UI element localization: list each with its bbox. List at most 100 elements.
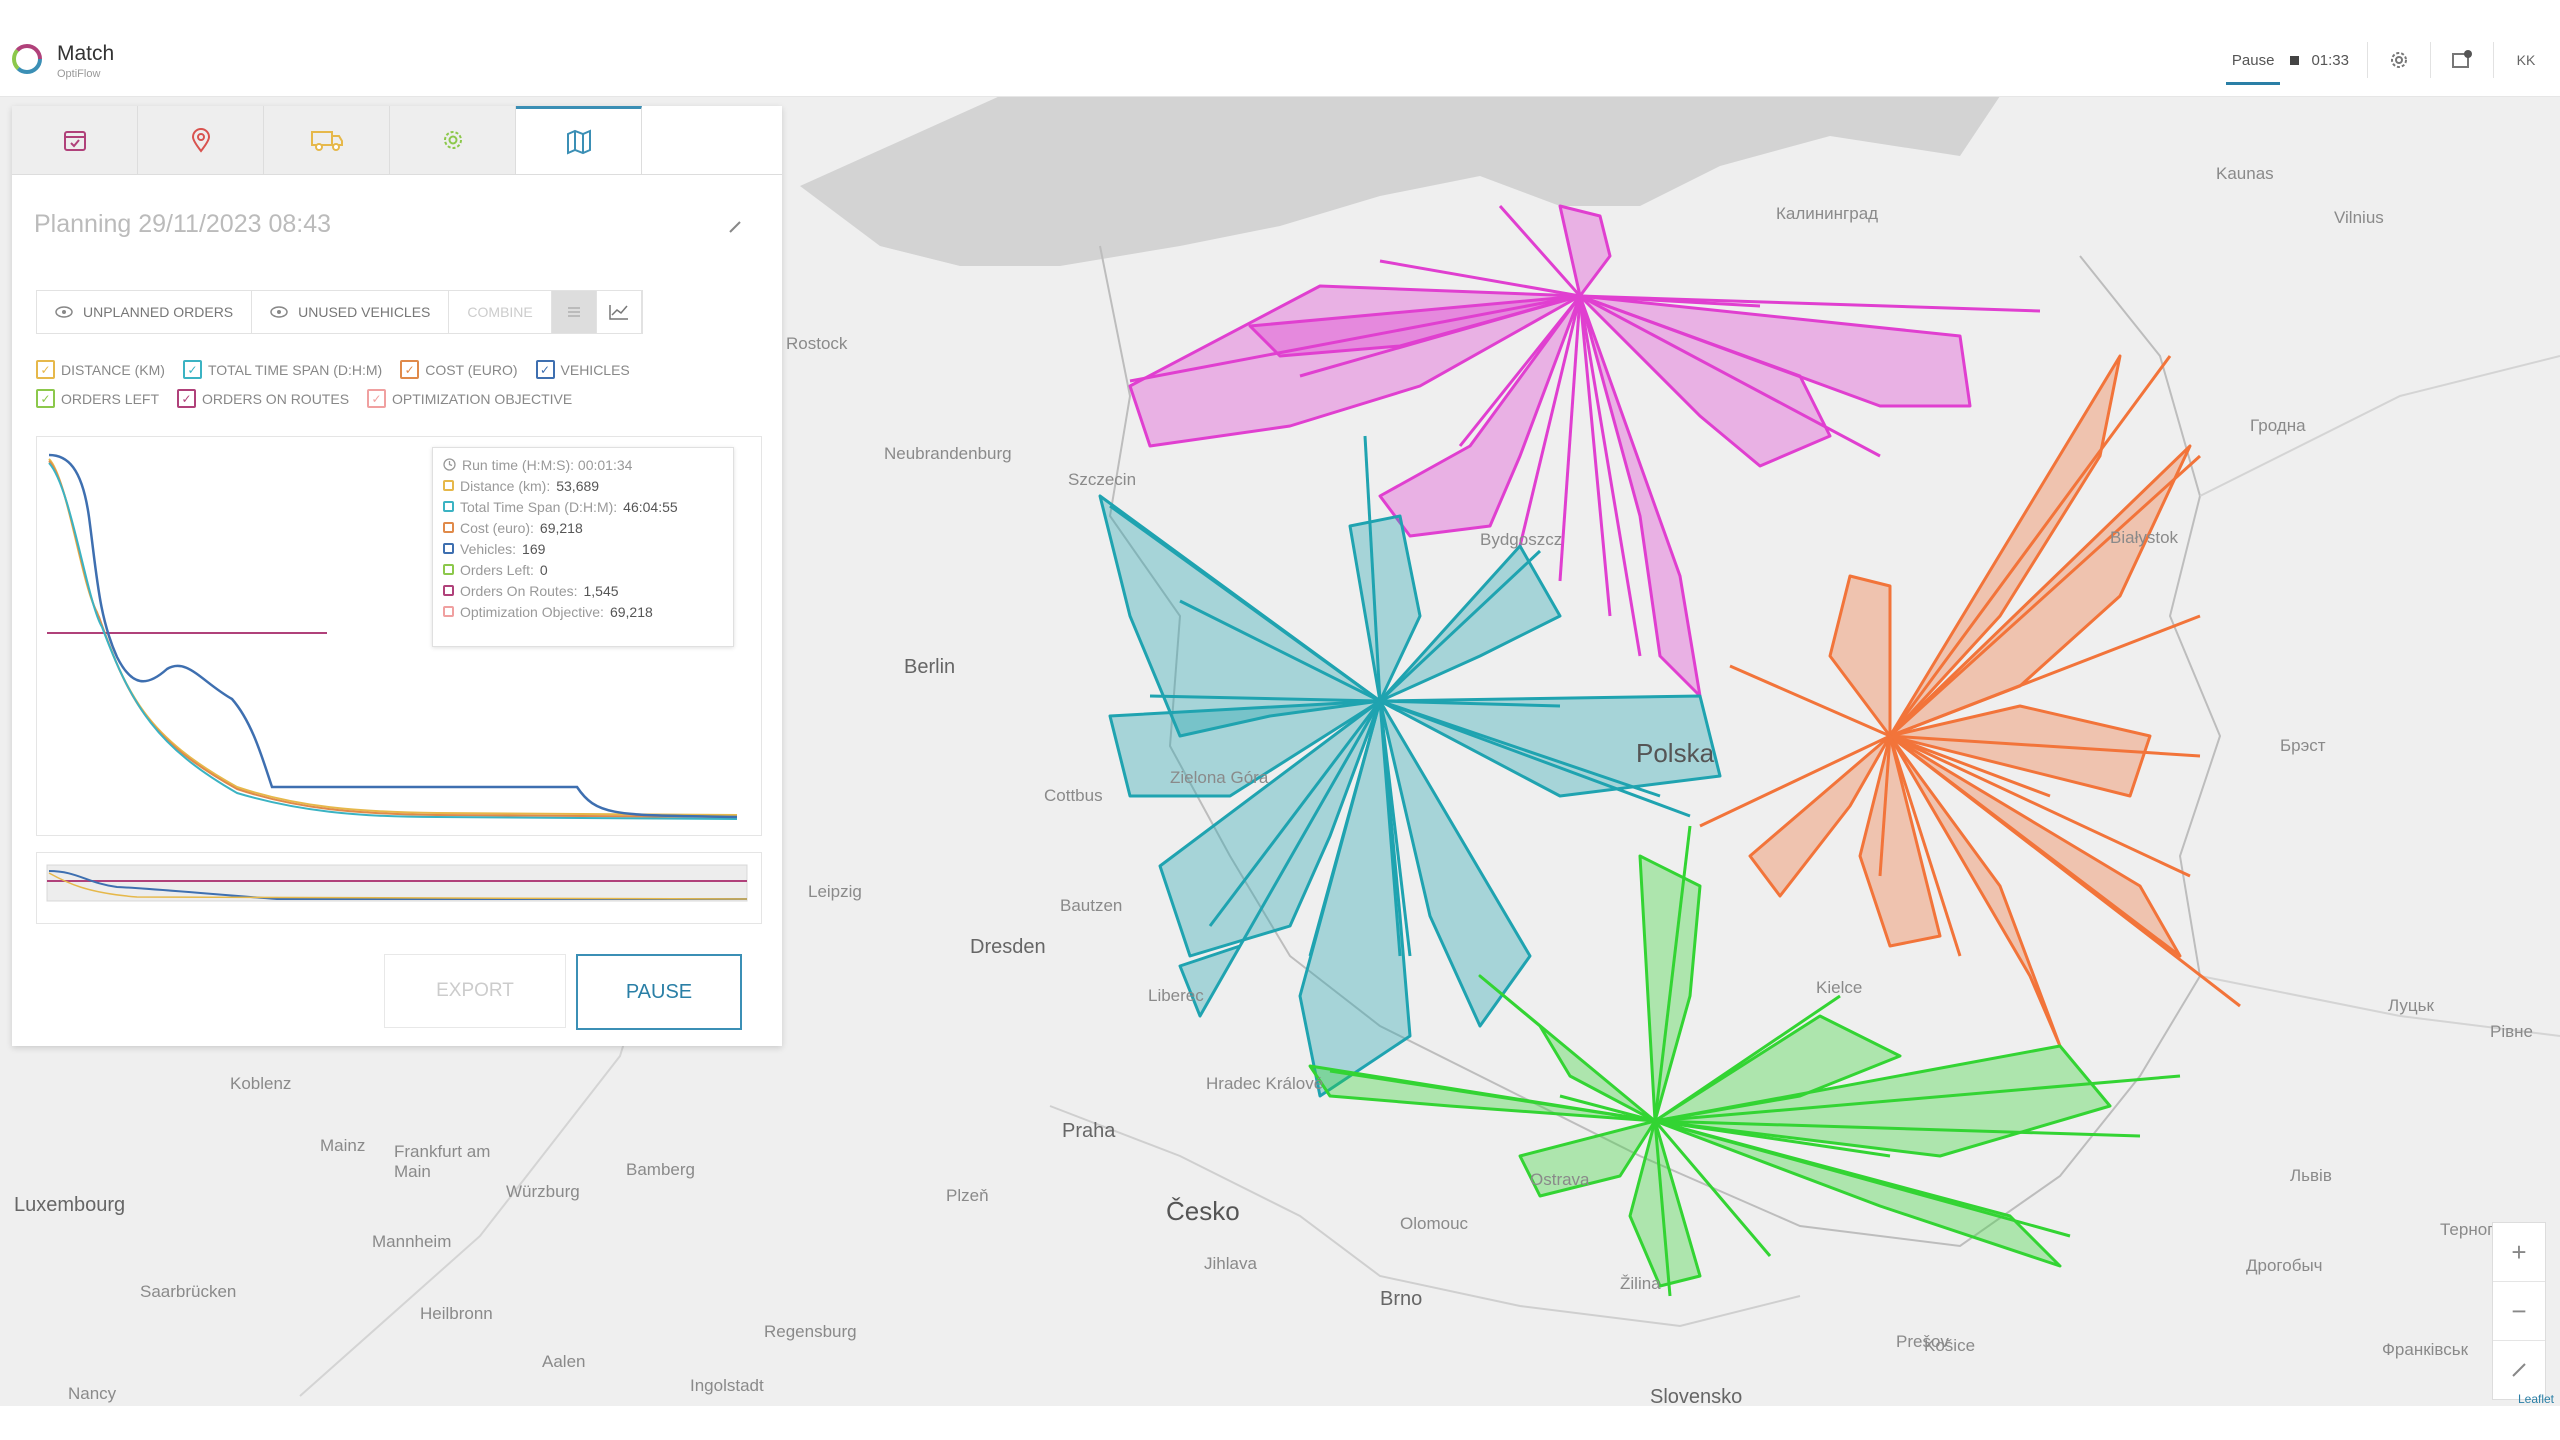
legend-optimization-objective-label: OPTIMIZATION OBJECTIVE (392, 390, 573, 407)
tooltip-cost: Cost (euro): 69,218 (443, 517, 723, 538)
map-label-kaliningrad: Калининград (1776, 204, 1879, 223)
map-label-lviv: Львів (2290, 1166, 2332, 1185)
tooltip-orders-left-value: 0 (539, 561, 548, 578)
tooltip-orders-left: Orders Left: 0 (443, 559, 723, 580)
map-label-brest: Брэст (2280, 736, 2326, 755)
tab-locations[interactable] (138, 106, 264, 174)
checkbox-checked-icon: ✓ (400, 360, 420, 379)
line-chart-icon (609, 305, 628, 320)
eye-icon (55, 306, 73, 318)
legend-orders-left-label: ORDERS LEFT (61, 390, 160, 407)
location-pin-icon (191, 128, 210, 153)
map-label-zilina: Žilina (1620, 1274, 1661, 1293)
pause-button[interactable]: PAUSE (576, 954, 742, 1030)
map-label-wurzburg: Würzburg (506, 1182, 580, 1201)
unplanned-orders-label: UNPLANNED ORDERS (83, 304, 234, 320)
map-label-heilbronn: Heilbronn (420, 1304, 493, 1323)
progress-chart[interactable]: Run time (H:M:S): 00:01:34 Distance (km)… (36, 436, 762, 836)
notifications-icon[interactable] (2449, 47, 2475, 73)
app-name: Match (57, 42, 115, 65)
draw-pencil-button[interactable] (2493, 1341, 2545, 1399)
zoom-in-button[interactable]: + (2493, 1223, 2545, 1282)
tooltip-distance-value: 53,689 (556, 477, 600, 494)
planning-panel: Planning 29/11/2023 08:43 UNPLANNED ORDE… (12, 106, 782, 1046)
tooltip-total-time: Total Time Span (D:H:M): 46:04:55 (443, 496, 723, 517)
list-view-button[interactable] (551, 291, 597, 333)
timer: 01:33 (2311, 51, 2349, 69)
legend-vehicles[interactable]: ✓ VEHICLES (535, 360, 630, 379)
header-pause-button[interactable]: Pause (2220, 52, 2287, 85)
tooltip-orders-on-routes-value: 1,545 (583, 582, 619, 599)
tooltip-run-time: Run time (H:M:S): 00:01:34 (443, 454, 723, 475)
unused-vehicles-button[interactable]: UNUSED VEHICLES (252, 291, 450, 333)
combine-button[interactable]: COMBINE (449, 291, 552, 333)
app-subtitle: OptiFlow (57, 68, 101, 80)
tab-calendar[interactable] (12, 106, 138, 174)
legend-orders-on-routes[interactable]: ✓ ORDERS ON ROUTES (177, 389, 349, 408)
panel-tabs (12, 106, 782, 175)
tab-settings[interactable] (390, 106, 516, 174)
unplanned-orders-button[interactable]: UNPLANNED ORDERS (37, 291, 253, 333)
edit-pencil-icon[interactable] (728, 220, 742, 234)
tooltip-distance: Distance (km): 53,689 (443, 475, 723, 496)
map-label-szczecin: Szczecin (1068, 470, 1137, 489)
checkbox-checked-icon: ✓ (367, 389, 387, 408)
navigator-selection[interactable] (46, 864, 748, 902)
chart-range-navigator[interactable] (36, 852, 762, 924)
legend-orders-left[interactable]: ✓ ORDERS LEFT (36, 389, 159, 408)
map-label-kielce: Kielce (1816, 978, 1863, 997)
map-label-leipzig: Leipzig (808, 882, 862, 901)
map-label-zielona-gora: Zielona Góra (1170, 768, 1269, 787)
map-label-ingolstadt: Ingolstadt (690, 1376, 764, 1395)
map-label-luxembourg: Luxembourg (14, 1194, 126, 1216)
map-label-brno: Brno (1380, 1288, 1423, 1310)
settings-gear-icon[interactable] (2386, 47, 2412, 73)
map-label-aalen: Aalen (542, 1352, 586, 1371)
map-label-hradec: Hradec Králové (1206, 1074, 1324, 1093)
tooltip-vehicles: Vehicles: 169 (443, 538, 723, 559)
chart-view-button[interactable] (597, 291, 642, 333)
tab-map[interactable] (516, 106, 642, 174)
map-label-frankfurt: Frankfurt am Main (394, 1142, 491, 1181)
map-label-dresden: Dresden (970, 936, 1046, 958)
map-label-slovensko: Slovensko (1650, 1386, 1743, 1406)
tab-vehicles[interactable] (264, 106, 390, 174)
map-label-koblenz: Koblenz (230, 1074, 292, 1093)
map-label-praha: Praha (1062, 1120, 1116, 1142)
legend-optimization-objective[interactable]: ✓ OPTIMIZATION OBJECTIVE (367, 389, 572, 408)
list-icon (567, 307, 580, 317)
legend-distance[interactable]: ✓ DISTANCE (KM) (36, 360, 165, 379)
tooltip-objective-value: 69,218 (609, 603, 653, 620)
eye-icon (270, 306, 288, 318)
stop-icon[interactable] (2290, 55, 2300, 65)
checkbox-checked-icon: ✓ (182, 360, 202, 379)
legend-total-time[interactable]: ✓ TOTAL TIME SPAN (D:H:M) (182, 360, 382, 379)
navigator-svg (46, 864, 748, 902)
map-label-presov: Prešov (1896, 1332, 1949, 1351)
tooltip-total-time-value: 46:04:55 (623, 498, 678, 515)
map-label-bamberg: Bamberg (626, 1160, 695, 1179)
zoom-out-button[interactable]: − (2493, 1282, 2545, 1341)
tooltip-cost-value: 69,218 (539, 519, 583, 536)
map-label-vilnius: Vilnius (2334, 208, 2384, 227)
unused-vehicles-label: UNUSED VEHICLES (298, 304, 431, 320)
leaflet-attribution[interactable]: Leaflet (2518, 1392, 2554, 1406)
panel-button-row: UNPLANNED ORDERS UNUSED VEHICLES COMBINE (36, 290, 643, 334)
app-logo-icon (12, 44, 42, 74)
planning-title: Planning 29/11/2023 08:43 (34, 210, 332, 238)
checkbox-checked-icon: ✓ (535, 360, 555, 379)
legend-vehicles-label: VEHICLES (560, 361, 630, 378)
map-label-frankivsk: Франківськ (2382, 1340, 2469, 1359)
export-button[interactable]: EXPORT (384, 954, 566, 1028)
user-avatar[interactable]: KK (2510, 44, 2542, 76)
map-label-mannheim: Mannheim (372, 1232, 452, 1251)
map-label-berlin: Berlin (904, 656, 956, 678)
tooltip-optimization-objective: Optimization Objective: 69,218 (443, 601, 723, 622)
chart-tooltip: Run time (H:M:S): 00:01:34 Distance (km)… (432, 447, 734, 647)
map-label-plzen: Plzeň (946, 1186, 989, 1205)
checkbox-checked-icon: ✓ (36, 360, 55, 379)
legend-cost[interactable]: ✓ COST (EURO) (400, 360, 518, 379)
legend-orders-on-routes-label: ORDERS ON ROUTES (202, 390, 350, 407)
map-label-jihlava: Jihlava (1204, 1254, 1257, 1273)
map-label-liberec: Liberec (1148, 986, 1204, 1005)
